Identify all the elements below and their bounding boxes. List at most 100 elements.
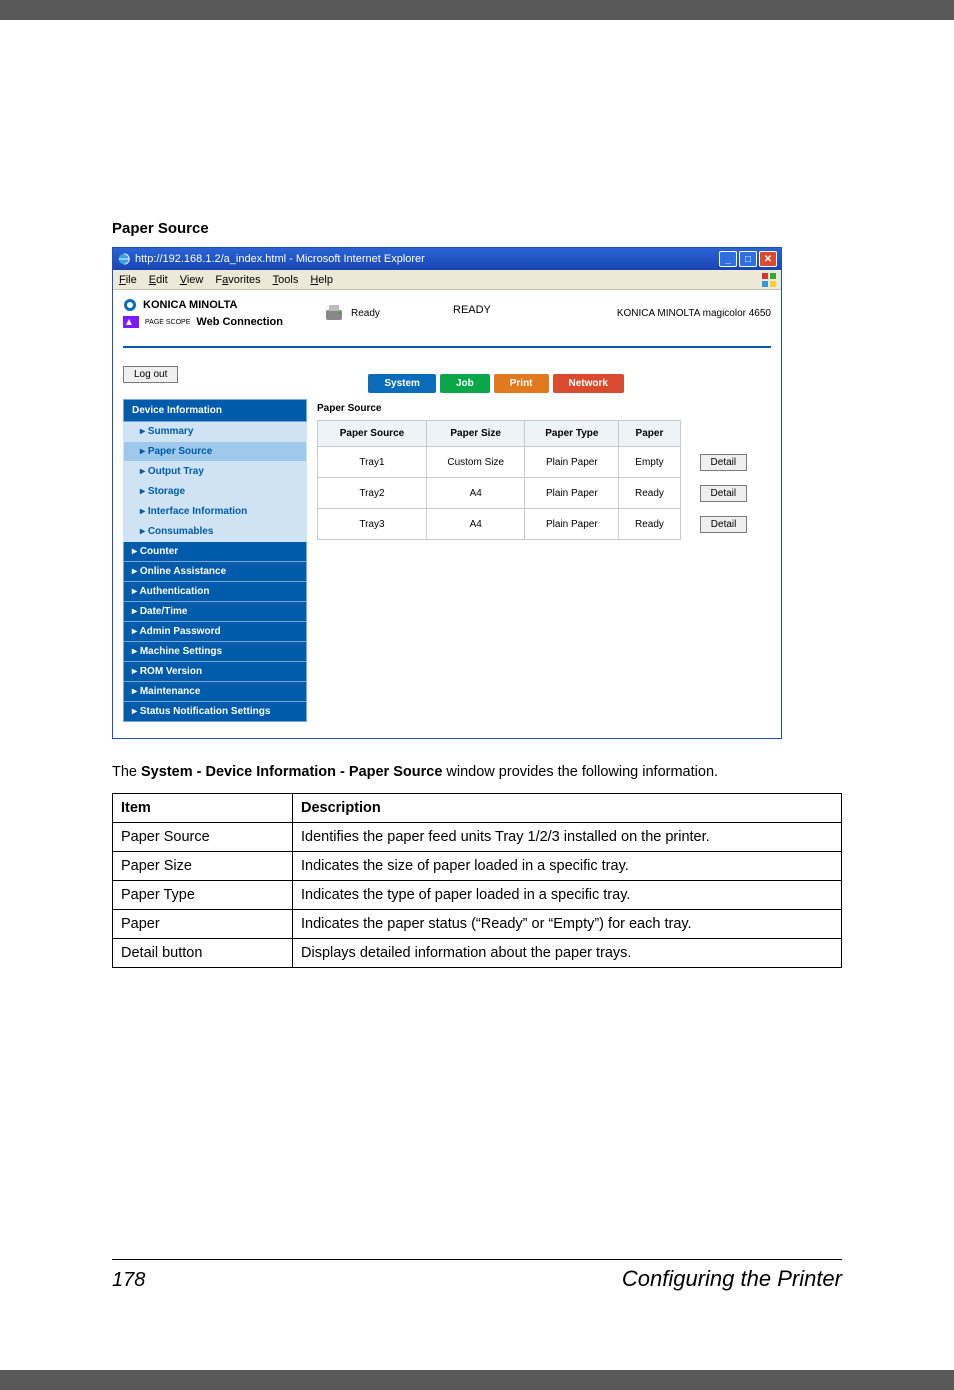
cell-source: Tray1 <box>318 447 427 478</box>
sidebar-sub-interface-info[interactable]: Interface Information <box>123 502 307 522</box>
body-text-prefix: The <box>112 764 141 780</box>
menu-tools[interactable]: Tools <box>273 274 299 286</box>
sidebar-sub-summary[interactable]: Summary <box>123 422 307 442</box>
cell-type: Plain Paper <box>525 478 619 509</box>
brand-pagescope: Web Connection <box>196 316 283 328</box>
body-text-suffix: window provides the following informatio… <box>442 764 718 780</box>
menu-edit[interactable]: Edit <box>149 274 168 286</box>
page-content: KONICA MINOLTA PAGE SCOPE Web Connection <box>113 290 781 738</box>
info-row: Paper Size Indicates the size of paper l… <box>113 851 842 880</box>
status-ready-small: Ready <box>351 308 380 319</box>
sidebar-item-online-assistance[interactable]: Online Assistance <box>123 562 307 582</box>
page-footer: 178 Configuring the Printer <box>112 1259 842 1292</box>
info-desc: Indicates the paper status (“Ready” or “… <box>293 909 842 938</box>
body-text-bold: System - Device Information - Paper Sour… <box>141 764 442 780</box>
table-row: Tray1 Custom Size Plain Paper Empty Deta… <box>318 447 767 478</box>
th-paper-source: Paper Source <box>318 421 427 447</box>
th-detail <box>680 421 766 447</box>
document-page: Paper Source http://192.168.1.2/a_index.… <box>0 20 954 1370</box>
menu-view[interactable]: View <box>180 274 204 286</box>
sidebar: Device Information Summary Paper Source … <box>123 399 307 722</box>
footer-title: Configuring the Printer <box>622 1266 842 1292</box>
info-item: Paper Type <box>113 880 293 909</box>
th-paper-size: Paper Size <box>426 421 525 447</box>
cell-detail: Detail <box>680 509 766 540</box>
ie-icon <box>117 252 131 266</box>
browser-window: http://192.168.1.2/a_index.html - Micros… <box>112 247 782 739</box>
minimize-button[interactable]: _ <box>719 251 737 267</box>
sidebar-item-rom-version[interactable]: ROM Version <box>123 662 307 682</box>
tab-job[interactable]: Job <box>440 374 490 393</box>
th-paper-type: Paper Type <box>525 421 619 447</box>
tab-network[interactable]: Network <box>553 374 624 393</box>
sidebar-item-date-time[interactable]: Date/Time <box>123 602 307 622</box>
table-header-row: Paper Source Paper Size Paper Type Paper <box>318 421 767 447</box>
cell-size: A4 <box>426 478 525 509</box>
main-panel: Paper Source Paper Source Paper Size Pap… <box>313 399 771 722</box>
sidebar-item-status-notification[interactable]: Status Notification Settings <box>123 702 307 722</box>
page-number: 178 <box>112 1269 145 1292</box>
section-heading: Paper Source <box>112 220 842 237</box>
info-table: Item Description Paper Source Identifies… <box>112 793 842 968</box>
tab-system[interactable]: System <box>368 374 436 393</box>
sidebar-header-device-info[interactable]: Device Information <box>123 399 307 422</box>
cell-detail: Detail <box>680 478 766 509</box>
window-titlebar: http://192.168.1.2/a_index.html - Micros… <box>113 248 781 270</box>
sidebar-sub-output-tray[interactable]: Output Tray <box>123 462 307 482</box>
detail-button[interactable]: Detail <box>700 454 748 471</box>
body-paragraph: The System - Device Information - Paper … <box>112 763 842 783</box>
browser-menubar: File Edit View Favorites Tools Help <box>113 270 781 290</box>
cell-paper: Ready <box>619 478 680 509</box>
info-row: Paper Indicates the paper status (“Ready… <box>113 909 842 938</box>
menu-help[interactable]: Help <box>310 274 333 286</box>
th-paper: Paper <box>619 421 680 447</box>
window-title: http://192.168.1.2/a_index.html - Micros… <box>135 253 425 265</box>
info-item: Paper Size <box>113 851 293 880</box>
cell-size: A4 <box>426 509 525 540</box>
cell-type: Plain Paper <box>525 447 619 478</box>
info-desc: Indicates the type of paper loaded in a … <box>293 880 842 909</box>
sidebar-sub-consumables[interactable]: Consumables <box>123 522 307 542</box>
cell-detail: Detail <box>680 447 766 478</box>
printer-status-icon <box>323 302 345 324</box>
sidebar-item-authentication[interactable]: Authentication <box>123 582 307 602</box>
info-row: Detail button Displays detailed informat… <box>113 938 842 967</box>
tab-bar: System Job Print Network <box>368 374 624 393</box>
konica-logo-icon <box>123 298 137 312</box>
menu-favorites[interactable]: Favorites <box>215 274 260 286</box>
table-row: Tray3 A4 Plain Paper Ready Detail <box>318 509 767 540</box>
device-model-label: KONICA MINOLTA magicolor 4650 <box>617 308 771 319</box>
status-ready-big: READY <box>453 304 491 316</box>
cell-paper: Ready <box>619 509 680 540</box>
windows-flag-icon <box>761 272 777 288</box>
cell-size: Custom Size <box>426 447 525 478</box>
logout-button[interactable]: Log out <box>123 366 178 383</box>
detail-button[interactable]: Detail <box>700 485 748 502</box>
info-table-header: Item Description <box>113 793 842 822</box>
panel-title: Paper Source <box>317 403 767 414</box>
menu-file[interactable]: File <box>119 274 137 286</box>
tab-print[interactable]: Print <box>494 374 549 393</box>
sidebar-sub-paper-source[interactable]: Paper Source <box>123 442 307 462</box>
info-th-item: Item <box>113 793 293 822</box>
info-row: Paper Source Identifies the paper feed u… <box>113 822 842 851</box>
paper-source-table: Paper Source Paper Size Paper Type Paper… <box>317 420 767 540</box>
cell-source: Tray3 <box>318 509 427 540</box>
close-button[interactable]: ✕ <box>759 251 777 267</box>
cell-type: Plain Paper <box>525 509 619 540</box>
sidebar-sub-storage[interactable]: Storage <box>123 482 307 502</box>
brand-pagescope-prefix: PAGE SCOPE <box>145 319 190 326</box>
maximize-button[interactable]: □ <box>739 251 757 267</box>
sidebar-item-admin-password[interactable]: Admin Password <box>123 622 307 642</box>
sidebar-item-counter[interactable]: Counter <box>123 542 307 562</box>
table-row: Tray2 A4 Plain Paper Ready Detail <box>318 478 767 509</box>
sidebar-item-machine-settings[interactable]: Machine Settings <box>123 642 307 662</box>
info-item: Paper Source <box>113 822 293 851</box>
sidebar-item-maintenance[interactable]: Maintenance <box>123 682 307 702</box>
page-header: KONICA MINOLTA PAGE SCOPE Web Connection <box>123 298 771 348</box>
cell-source: Tray2 <box>318 478 427 509</box>
info-item: Paper <box>113 909 293 938</box>
cell-paper: Empty <box>619 447 680 478</box>
info-th-description: Description <box>293 793 842 822</box>
detail-button[interactable]: Detail <box>700 516 748 533</box>
